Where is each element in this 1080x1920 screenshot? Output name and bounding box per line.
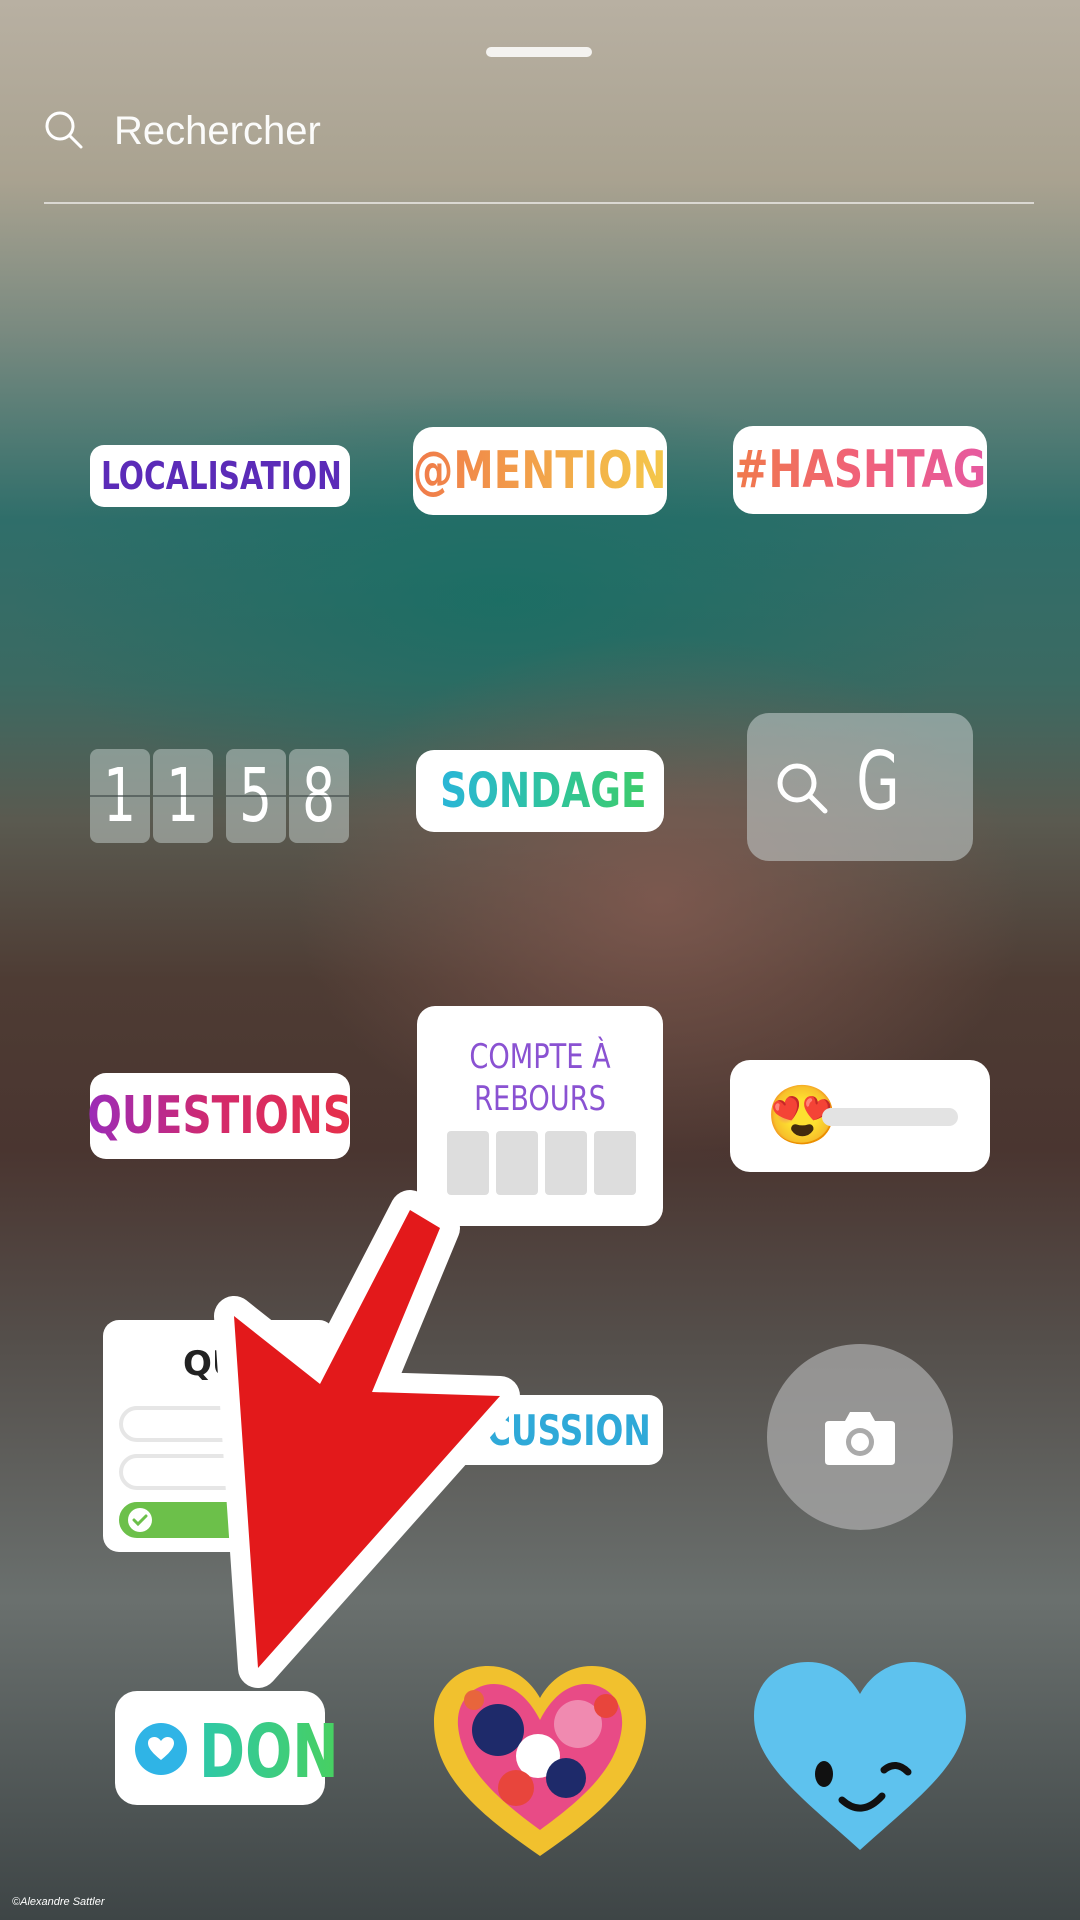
quiz-option (119, 1454, 329, 1490)
poll-label: SONDAGE (439, 763, 647, 819)
slider-track (822, 1108, 958, 1126)
winking-heart-icon[interactable] (750, 1660, 970, 1856)
heart-icon (135, 1723, 187, 1775)
check-icon (128, 1508, 152, 1532)
drag-handle[interactable] (486, 47, 592, 57)
floral-heart-icon[interactable] (428, 1660, 652, 1860)
time-digit: 8 (289, 749, 349, 843)
donation-label: DON (199, 1709, 339, 1795)
chat-label: DISCUSSION (445, 1405, 651, 1455)
location-label: LOCALISATION (100, 454, 342, 498)
camera-icon (825, 1412, 895, 1465)
poll-sticker[interactable]: SONDAGE (416, 750, 664, 832)
countdown-title: COMPTE À REBOURS (469, 1037, 611, 1119)
time-digit: 5 (226, 749, 286, 843)
quiz-option-correct (119, 1502, 329, 1538)
gif-label: G (856, 735, 900, 828)
time-digit: 1 (153, 749, 213, 843)
search-icon (45, 111, 83, 149)
camera-sticker[interactable] (767, 1344, 953, 1530)
search-input[interactable] (112, 102, 916, 160)
quiz-option (119, 1406, 329, 1442)
countdown-sticker[interactable]: COMPTE À REBOURS (417, 1006, 663, 1226)
sticker-tray: LOCALISATION @MENTION #HASHTAG 1 1 5 8 S… (0, 0, 1080, 1920)
countdown-boxes (447, 1131, 636, 1195)
search-bar (44, 92, 1034, 204)
time-digit: 1 (90, 749, 150, 843)
questions-sticker[interactable]: QUESTIONS (87, 1073, 353, 1159)
gif-search-sticker[interactable]: G (747, 713, 973, 861)
hashtag-sticker[interactable]: #HASHTAG (733, 426, 987, 514)
questions-label: QUESTIONS (87, 1086, 353, 1146)
quiz-sticker[interactable]: QU (103, 1320, 335, 1552)
donation-sticker[interactable]: DON (115, 1691, 339, 1805)
mention-sticker[interactable]: @MENTION (413, 427, 667, 515)
quiz-title: QU (183, 1344, 240, 1384)
search-icon (777, 763, 828, 814)
chat-sticker[interactable]: DISCUSSION (445, 1395, 663, 1465)
location-sticker[interactable]: LOCALISATION (90, 445, 350, 507)
credit-text: ©Alexandre Sattler (12, 1896, 105, 1908)
mention-label: @MENTION (413, 441, 667, 501)
hashtag-label: #HASHTAG (734, 440, 986, 500)
emoji-slider-sticker[interactable]: 😍 (730, 1060, 990, 1172)
